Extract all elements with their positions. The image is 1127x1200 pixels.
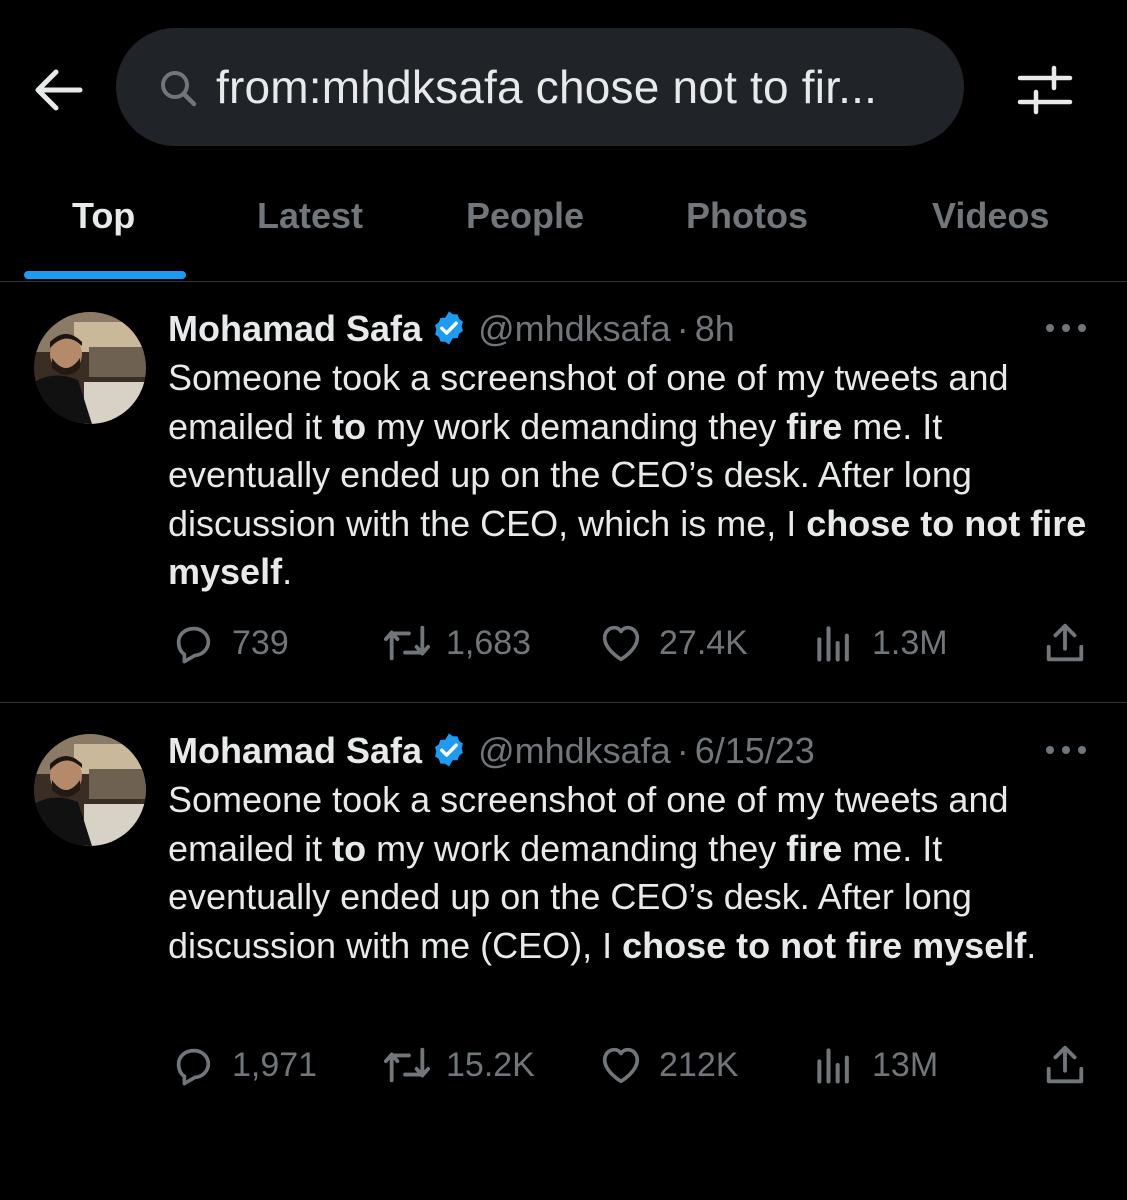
reply-icon bbox=[176, 626, 211, 664]
search-icon bbox=[161, 71, 197, 107]
retweet-button[interactable]: 15.2K bbox=[380, 1040, 540, 1090]
avatar-photo bbox=[34, 734, 146, 846]
reply-button[interactable]: 1,971 bbox=[170, 1040, 320, 1090]
active-tab-indicator bbox=[24, 271, 186, 279]
sliders-icon bbox=[1017, 65, 1073, 115]
search-filter-button[interactable] bbox=[1016, 64, 1074, 116]
author-name[interactable]: Mohamad Safa bbox=[168, 730, 422, 771]
like-button[interactable]: 212K bbox=[597, 1040, 747, 1090]
retweet-count: 1,683 bbox=[446, 624, 532, 662]
back-button[interactable] bbox=[28, 62, 88, 118]
tab-people[interactable]: People bbox=[466, 195, 584, 237]
view-count: 13M bbox=[872, 1046, 939, 1084]
retweet-count: 15.2K bbox=[446, 1046, 535, 1084]
tweet-text: Someone took a screenshot of one of my t… bbox=[168, 779, 1037, 966]
heart-icon bbox=[602, 1047, 640, 1084]
bar-chart-icon bbox=[817, 1048, 849, 1084]
more-options-button[interactable] bbox=[1044, 740, 1088, 760]
author-name[interactable]: Mohamad Safa bbox=[168, 308, 422, 349]
separator: · bbox=[676, 730, 689, 771]
tweet[interactable]: Mohamad Safa @mhdksafa · 6/15/23 Someone to… bbox=[0, 704, 1127, 1124]
tweet-actions: 739 1,683 27.4K 1.3M bbox=[0, 618, 1127, 668]
avatar[interactable] bbox=[34, 734, 146, 846]
search-query[interactable]: from:mhdksafa chose not to fir... bbox=[216, 60, 877, 114]
tweet-text: Someone took a screenshot of one of my t… bbox=[168, 357, 1087, 592]
tweet-time[interactable]: 8h bbox=[695, 308, 735, 349]
view-count: 1.3M bbox=[872, 624, 948, 662]
author-handle[interactable]: @mhdksafa bbox=[478, 730, 671, 771]
tweet[interactable]: Mohamad Safa @mhdksafa · 8h Someone took a … bbox=[0, 282, 1127, 703]
tweet-actions: 1,971 15.2K 212K 13M bbox=[0, 1040, 1127, 1090]
retweet-icon bbox=[384, 625, 431, 661]
reply-icon bbox=[176, 1048, 211, 1086]
top-bar: from:mhdksafa chose not to fir... bbox=[0, 0, 1127, 175]
share-icon bbox=[1046, 623, 1084, 662]
search-bar[interactable]: from:mhdksafa chose not to fir... bbox=[116, 28, 964, 146]
reply-count: 739 bbox=[232, 624, 289, 662]
heart-icon bbox=[602, 625, 640, 662]
reply-button[interactable]: 739 bbox=[170, 618, 300, 668]
tab-photos[interactable]: Photos bbox=[686, 195, 808, 237]
search-tabs: Top Latest People Photos Videos bbox=[0, 175, 1127, 282]
retweet-button[interactable]: 1,683 bbox=[380, 618, 540, 668]
retweet-icon bbox=[384, 1047, 431, 1083]
share-button[interactable] bbox=[1042, 1040, 1088, 1090]
tab-videos[interactable]: Videos bbox=[932, 195, 1049, 237]
tab-top[interactable]: Top bbox=[72, 195, 135, 237]
bar-chart-icon bbox=[817, 626, 849, 662]
like-count: 212K bbox=[659, 1046, 739, 1084]
views-button[interactable]: 1.3M bbox=[812, 618, 962, 668]
author-handle[interactable]: @mhdksafa bbox=[478, 308, 671, 349]
separator: · bbox=[676, 308, 689, 349]
views-button[interactable]: 13M bbox=[812, 1040, 952, 1090]
arrow-left-icon bbox=[35, 69, 83, 111]
share-button[interactable] bbox=[1042, 618, 1088, 668]
like-count: 27.4K bbox=[659, 624, 748, 662]
avatar[interactable] bbox=[34, 312, 146, 424]
reply-count: 1,971 bbox=[232, 1046, 318, 1084]
tweet-header: Mohamad Safa @mhdksafa · 8h bbox=[168, 307, 735, 351]
tweet-time[interactable]: 6/15/23 bbox=[695, 730, 815, 771]
tweet-header: Mohamad Safa @mhdksafa · 6/15/23 bbox=[168, 729, 815, 773]
share-icon bbox=[1046, 1045, 1084, 1084]
avatar-photo bbox=[34, 312, 146, 424]
more-options-button[interactable] bbox=[1044, 318, 1088, 338]
verified-badge-icon bbox=[435, 733, 463, 767]
like-button[interactable]: 27.4K bbox=[597, 618, 757, 668]
verified-badge-icon bbox=[435, 311, 463, 345]
tab-latest[interactable]: Latest bbox=[257, 195, 363, 237]
